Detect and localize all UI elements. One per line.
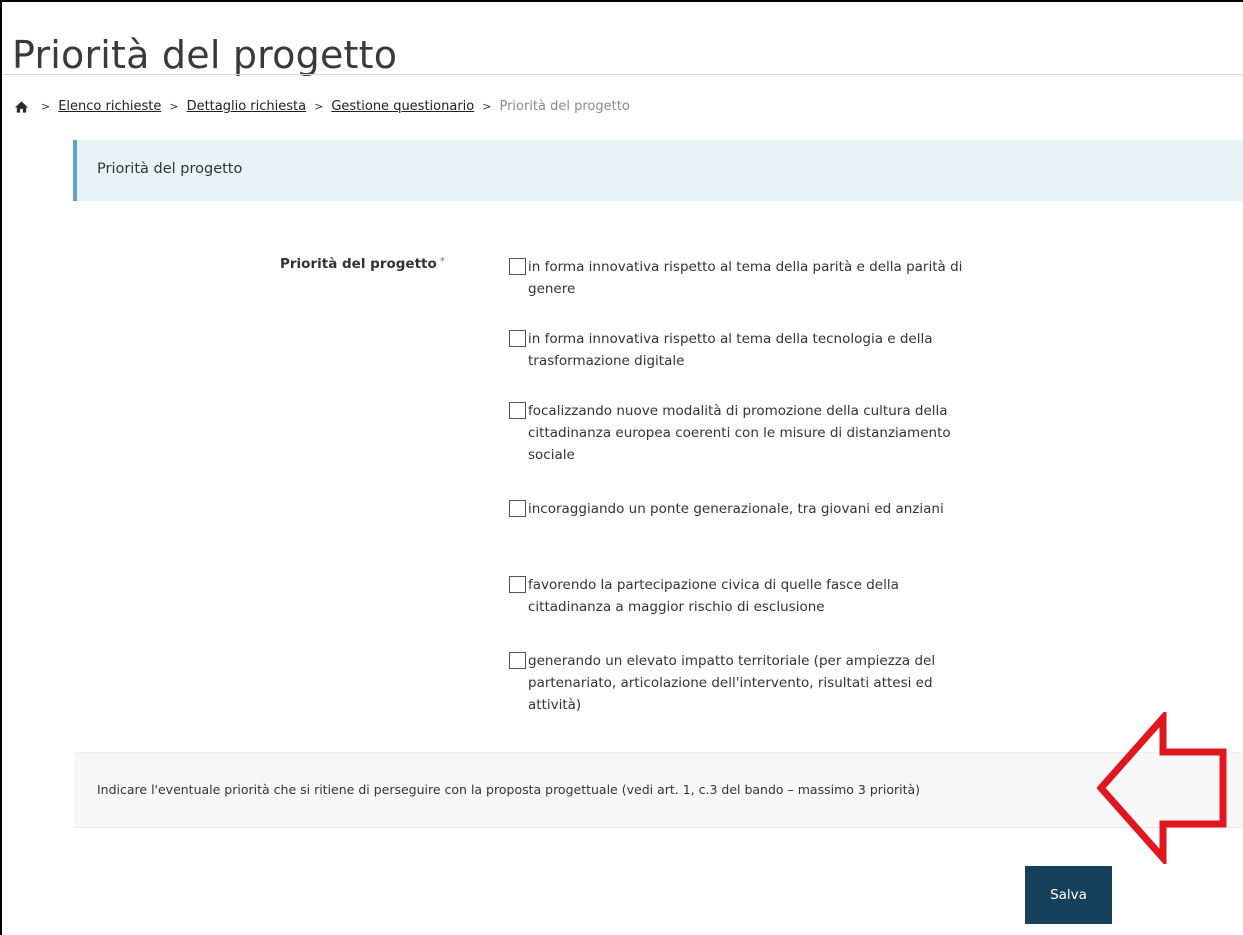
- priority-option-tecnologia[interactable]: in forma innovativa rispetto al tema del…: [509, 328, 968, 372]
- checkbox[interactable]: [509, 576, 526, 593]
- checkbox[interactable]: [509, 652, 526, 669]
- breadcrumb: > Elenco richieste > Dettaglio richiesta…: [14, 99, 630, 114]
- option-label: favorendo la partecipazione civica di qu…: [528, 577, 899, 615]
- priority-option-cittadinanza-europea[interactable]: focalizzando nuove modalità di promozion…: [509, 400, 968, 466]
- save-button[interactable]: Salva: [1025, 866, 1112, 924]
- breadcrumb-separator: >: [314, 100, 324, 113]
- help-text: Indicare l'eventuale priorità che si rit…: [97, 782, 921, 797]
- help-text-box: Indicare l'eventuale priorità che si rit…: [74, 752, 1243, 828]
- field-label: Priorità del progetto *: [280, 256, 445, 272]
- priority-option-ponte-generazionale[interactable]: incoraggiando un ponte generazionale, tr…: [509, 498, 968, 520]
- title-divider: [2, 74, 1243, 75]
- arrow-left-annotation-icon: [1097, 712, 1227, 864]
- breadcrumb-separator: >: [169, 100, 179, 113]
- section-header-title: Priorità del progetto: [97, 161, 243, 177]
- option-label: incoraggiando un ponte generazionale, tr…: [528, 501, 944, 517]
- checkbox[interactable]: [509, 500, 526, 517]
- required-marker: *: [439, 256, 445, 267]
- breadcrumb-separator: >: [482, 100, 492, 113]
- breadcrumb-elenco-richieste[interactable]: Elenco richieste: [58, 99, 161, 114]
- page-title: Priorità del progetto: [12, 33, 398, 78]
- section-header: Priorità del progetto: [73, 140, 1243, 201]
- field-label-text: Priorità del progetto: [280, 256, 437, 272]
- priority-option-impatto-territoriale[interactable]: generando un elevato impatto territorial…: [509, 650, 968, 716]
- checkbox[interactable]: [509, 330, 526, 347]
- breadcrumb-separator: >: [41, 100, 51, 113]
- breadcrumb-current: Priorità del progetto: [499, 99, 630, 114]
- home-icon[interactable]: [14, 100, 29, 114]
- breadcrumb-gestione-questionario[interactable]: Gestione questionario: [331, 99, 474, 114]
- option-label: in forma innovativa rispetto al tema del…: [528, 331, 933, 369]
- breadcrumb-dettaglio-richiesta[interactable]: Dettaglio richiesta: [187, 99, 307, 114]
- priority-option-partecipazione-civica[interactable]: favorendo la partecipazione civica di qu…: [509, 574, 968, 618]
- checkbox[interactable]: [509, 258, 526, 275]
- checkbox[interactable]: [509, 402, 526, 419]
- option-label: focalizzando nuove modalità di promozion…: [528, 403, 951, 463]
- option-label: generando un elevato impatto territorial…: [528, 653, 936, 713]
- priority-option-parita[interactable]: in forma innovativa rispetto al tema del…: [509, 256, 968, 300]
- option-label: in forma innovativa rispetto al tema del…: [528, 259, 963, 297]
